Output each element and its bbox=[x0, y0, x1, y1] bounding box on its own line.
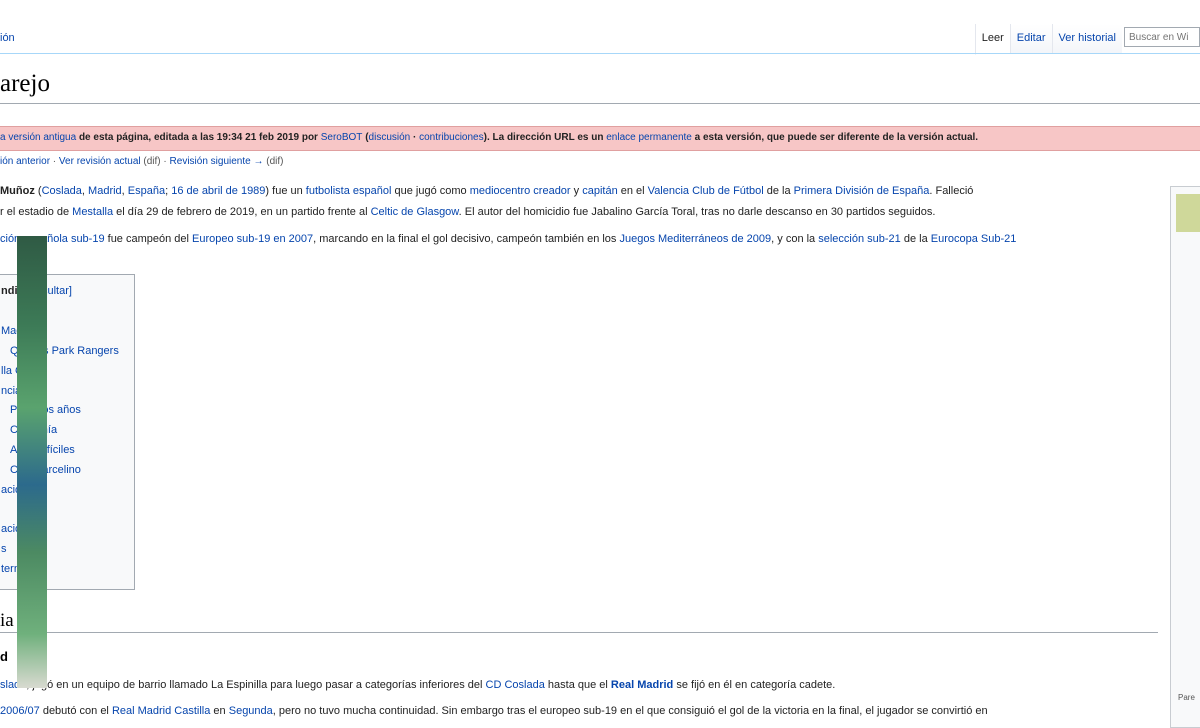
link-mediocentro[interactable]: mediocentro creador bbox=[470, 185, 571, 197]
link-seleccion-sub19[interactable]: ción española sub-19 bbox=[0, 233, 105, 245]
link-coslada[interactable]: Coslada bbox=[42, 185, 82, 197]
text: fue campeón del bbox=[104, 233, 193, 245]
text: en el bbox=[617, 185, 648, 197]
text: se fijó en él en categoría cadete. bbox=[673, 679, 836, 691]
link-europeo-sub19[interactable]: Europeo sub-19 en 2007 bbox=[192, 233, 313, 245]
text: y bbox=[570, 185, 583, 197]
link-celtic[interactable]: Celtic de Glasgow bbox=[371, 206, 459, 218]
text: , pero no tuvo mucha continuidad. Sin em… bbox=[272, 705, 988, 717]
previous-revision-link[interactable]: ión anterior bbox=[0, 156, 50, 167]
user-talk-link[interactable]: discusión bbox=[369, 132, 411, 143]
text: ) fue un bbox=[265, 185, 306, 197]
text: que jugó como bbox=[391, 185, 470, 197]
infobox-caption: Pare bbox=[1178, 693, 1195, 702]
text: de la bbox=[763, 185, 794, 197]
old-revision-banner: a versión antigua de esta página, editad… bbox=[0, 126, 1200, 151]
rev-dif-2: (dif) bbox=[263, 156, 284, 167]
link-espana[interactable]: España bbox=[128, 185, 165, 197]
text: el día 29 de febrero de 2019, en un part… bbox=[113, 206, 371, 218]
section-divider bbox=[0, 632, 1158, 633]
text: . Falleció bbox=[929, 185, 974, 197]
text: . El autor del homicidio fue Jabalino Ga… bbox=[458, 206, 936, 218]
intro-line-1: Muñoz (Coslada, Madrid, España; 16 de ab… bbox=[0, 185, 973, 197]
body-line-1: slada, jugó en un equipo de barrio llama… bbox=[0, 679, 835, 691]
page-title: arejo bbox=[0, 70, 50, 97]
text: , marcando en la final el gol decisivo, … bbox=[313, 233, 620, 245]
top-bar: ión Leer Editar Ver historial bbox=[0, 0, 1200, 56]
user-contribs-link[interactable]: contribuciones bbox=[419, 132, 483, 143]
current-revision-link[interactable]: Ver revisión actual bbox=[59, 156, 141, 167]
search-input[interactable] bbox=[1124, 27, 1200, 47]
link-real-madrid[interactable]: Real Madrid bbox=[611, 679, 673, 691]
link-juegos-mediterraneos[interactable]: Juegos Mediterráneos de 2009 bbox=[619, 233, 771, 245]
body-line-2: 2006/07 debutó con el Real Madrid Castil… bbox=[0, 705, 988, 717]
text: , y con la bbox=[771, 233, 819, 245]
text: , jugó en un equipo de barrio llamado La… bbox=[26, 679, 486, 691]
title-divider bbox=[0, 103, 1200, 104]
link-eurocopa-sub21[interactable]: Eurocopa Sub-21 bbox=[931, 233, 1017, 245]
tab-discussion[interactable]: ión bbox=[0, 32, 15, 44]
banner-text-2: ). La dirección URL es un bbox=[483, 132, 607, 143]
link-real-madrid-castilla[interactable]: Real Madrid Castilla bbox=[112, 705, 210, 717]
text: debutó con el bbox=[39, 705, 112, 717]
intro-line-3: ción española sub-19 fue campeón del Eur… bbox=[0, 233, 1016, 245]
tab-edit[interactable]: Editar bbox=[1009, 24, 1052, 54]
infobox-header bbox=[1176, 194, 1200, 232]
rev-sep: · bbox=[50, 156, 59, 167]
link-seleccion-sub21[interactable]: selección sub-21 bbox=[818, 233, 901, 245]
link-primera-division[interactable]: Primera División de España bbox=[794, 185, 930, 197]
subsection-heading-real-madrid: d bbox=[0, 649, 8, 664]
next-revision-link[interactable]: Revisión siguiente → bbox=[170, 156, 264, 167]
text: r el estadio de bbox=[0, 206, 73, 218]
link-futbolista[interactable]: futbolista bbox=[306, 185, 350, 197]
old-version-link[interactable]: a versión antigua bbox=[0, 132, 76, 143]
subject-name: Muñoz bbox=[0, 185, 35, 197]
text: de la bbox=[900, 233, 931, 245]
link-madrid[interactable]: Madrid bbox=[88, 185, 122, 197]
tab-divider bbox=[0, 53, 1200, 54]
tab-read[interactable]: Leer bbox=[974, 24, 1010, 55]
revision-navigation: ión anterior · Ver revisión actual (dif)… bbox=[0, 156, 283, 167]
link-espanol[interactable]: español bbox=[353, 185, 392, 197]
banner-sep: · bbox=[410, 132, 420, 143]
intro-line-2: r el estadio de Mestalla el día 29 de fe… bbox=[0, 206, 935, 218]
player-photo[interactable] bbox=[17, 236, 47, 688]
link-segunda[interactable]: Segunda bbox=[229, 705, 273, 717]
text: hasta que el bbox=[544, 679, 611, 691]
editor-user-link[interactable]: SeroBOT bbox=[321, 132, 363, 143]
banner-text: de esta página, editada a las 19:34 21 f… bbox=[76, 132, 321, 143]
rev-dif-1: (dif) · bbox=[140, 156, 170, 167]
tab-history[interactable]: Ver historial bbox=[1051, 24, 1122, 54]
link-cd-coslada[interactable]: CD Coslada bbox=[486, 679, 545, 691]
infobox bbox=[1170, 186, 1200, 728]
text: en bbox=[210, 705, 229, 717]
view-tabs: Leer Editar Ver historial bbox=[974, 24, 1122, 55]
toc-item[interactable]: s bbox=[1, 543, 7, 555]
link-valencia[interactable]: Valencia Club de Fútbol bbox=[648, 185, 764, 197]
text: ( bbox=[34, 185, 42, 197]
section-heading-historia: ia bbox=[0, 610, 14, 631]
link-birthdate[interactable]: 16 de abril de 1989 bbox=[171, 185, 265, 197]
banner-text-3: a esta versión, que puede ser diferente … bbox=[691, 132, 979, 143]
link-capitan[interactable]: capitán bbox=[582, 185, 617, 197]
permalink-link[interactable]: enlace permanente bbox=[606, 132, 692, 143]
link-mestalla[interactable]: Mestalla bbox=[72, 206, 113, 218]
link-season-2006-07[interactable]: 2006/07 bbox=[0, 705, 40, 717]
